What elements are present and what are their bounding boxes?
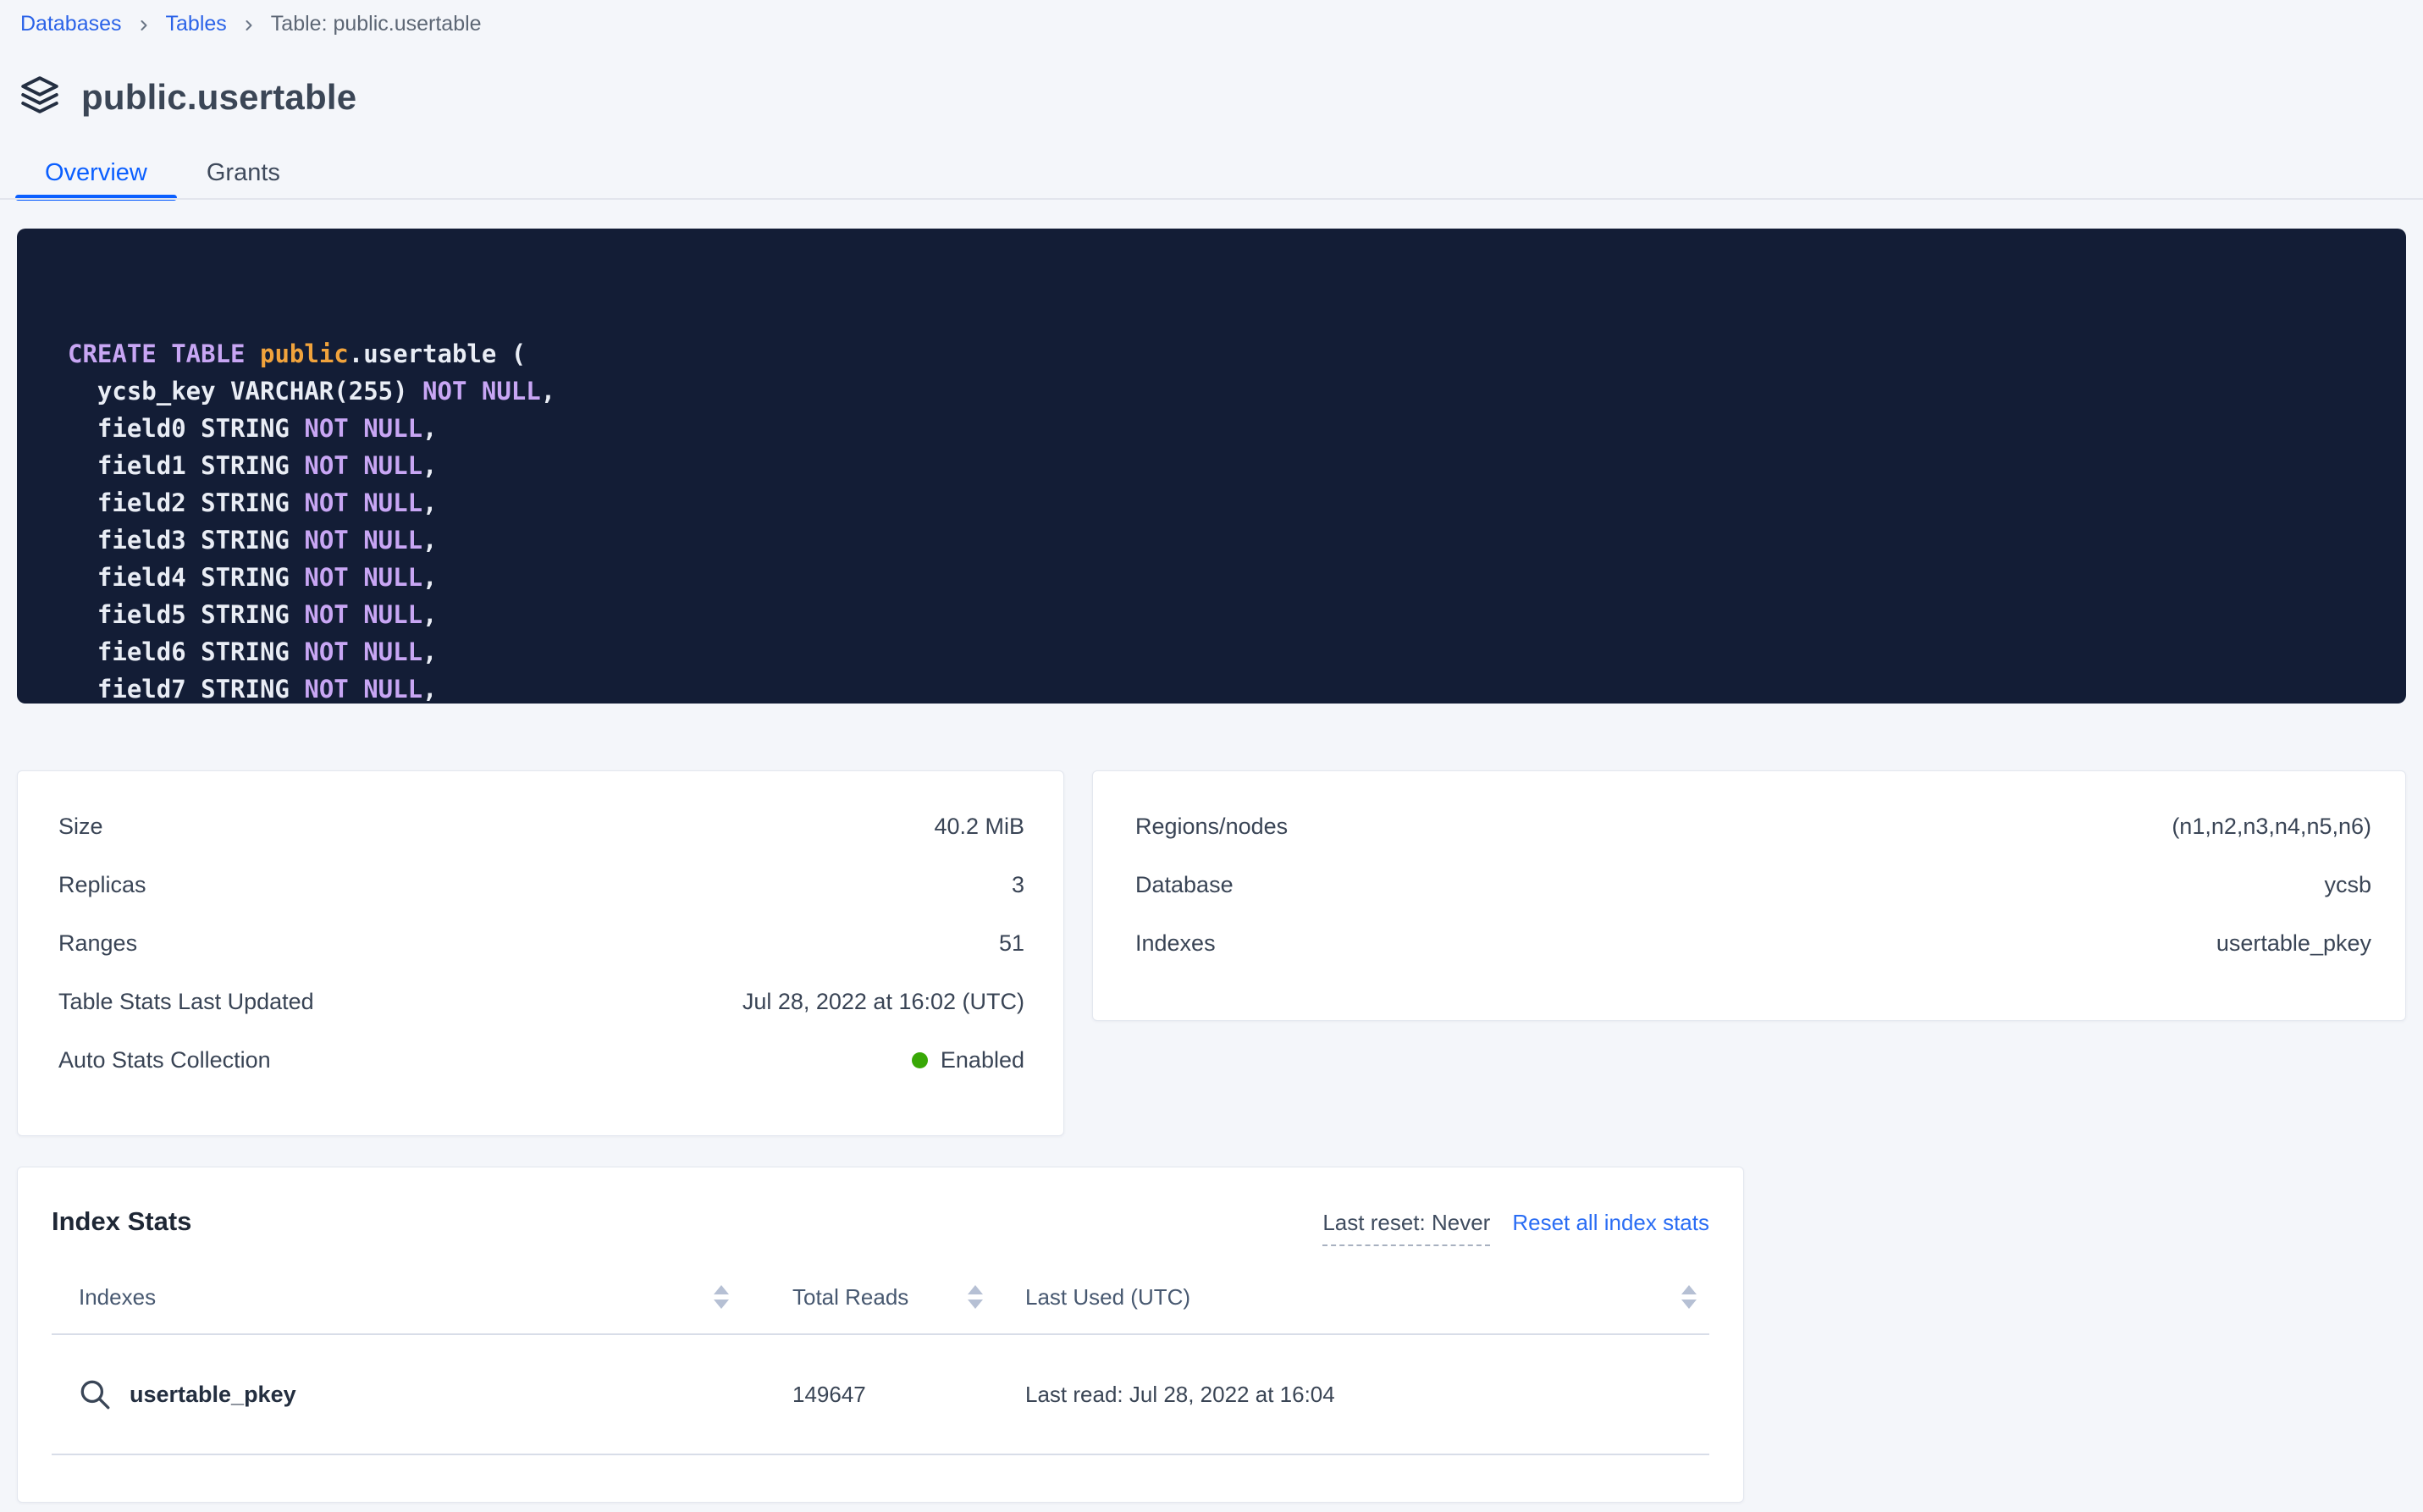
stat-row-replicas: Replicas 3: [58, 856, 1024, 914]
stat-value: Jul 28, 2022 at 16:02 (UTC): [742, 989, 1024, 1015]
sql-line: field3 STRING NOT NULL,: [68, 521, 2406, 559]
stat-value: 3: [1012, 872, 1024, 898]
table-detail-page: Databases Tables Table: public.usertable…: [0, 0, 2423, 1512]
column-header-indexes[interactable]: Indexes: [79, 1284, 156, 1311]
stat-row-size: Size 40.2 MiB: [58, 797, 1024, 856]
search-icon: [77, 1377, 113, 1412]
stat-label: Indexes: [1135, 930, 1216, 957]
sql-code: CREATE TABLE public.usertable ( ycsb_key…: [68, 335, 2406, 704]
sql-line: field7 STRING NOT NULL,: [68, 670, 2406, 704]
sql-line: field6 STRING NOT NULL,: [68, 633, 2406, 670]
stat-row-auto-stats: Auto Stats Collection Enabled: [58, 1031, 1024, 1090]
sql-line: field4 STRING NOT NULL,: [68, 559, 2406, 596]
chevron-right-icon: [240, 17, 257, 34]
stat-value: Enabled: [912, 1047, 1024, 1073]
sql-line: field5 STRING NOT NULL,: [68, 596, 2406, 633]
breadcrumb-databases[interactable]: Databases: [20, 12, 122, 36]
stat-label: Table Stats Last Updated: [58, 989, 314, 1015]
column-header-last-used[interactable]: Last Used (UTC): [1025, 1284, 1190, 1311]
sql-line: ycsb_key VARCHAR(255) NOT NULL,: [68, 372, 2406, 410]
sort-arrows-icon[interactable]: [714, 1285, 729, 1309]
stat-label: Database: [1135, 872, 1234, 898]
stat-row-indexes: Indexes usertable_pkey: [1135, 914, 2371, 973]
index-table-header: Indexes Total Reads Last Used (UTC): [52, 1261, 1709, 1335]
tab-overview[interactable]: Overview: [15, 146, 177, 200]
stat-label: Regions/nodes: [1135, 814, 1288, 840]
column-header-total-reads[interactable]: Total Reads: [792, 1284, 908, 1311]
stat-value: (n1,n2,n3,n4,n5,n6): [2172, 814, 2371, 840]
tab-grants-label: Grants: [207, 159, 280, 187]
sort-arrows-icon[interactable]: [968, 1285, 983, 1309]
stat-label: Size: [58, 814, 103, 840]
sql-line: field1 STRING NOT NULL,: [68, 447, 2406, 484]
breadcrumb-tables[interactable]: Tables: [166, 12, 227, 36]
sql-code-block[interactable]: CREATE TABLE public.usertable ( ycsb_key…: [17, 229, 2406, 704]
last-used-value: Last read: Jul 28, 2022 at 16:04: [983, 1382, 1709, 1408]
sql-line: field0 STRING NOT NULL,: [68, 410, 2406, 447]
sql-line: CREATE TABLE public.usertable (: [68, 335, 2406, 372]
index-table-row: usertable_pkey 149647 Last read: Jul 28,…: [52, 1335, 1709, 1455]
page-header: public.usertable: [19, 74, 2423, 120]
reset-index-stats-link[interactable]: Reset all index stats: [1512, 1210, 1709, 1236]
stat-row-regions: Regions/nodes (n1,n2,n3,n4,n5,n6): [1135, 797, 2371, 856]
tab-overview-label: Overview: [45, 159, 147, 187]
last-reset-label: Last reset: Never: [1322, 1210, 1490, 1246]
stat-label: Auto Stats Collection: [58, 1047, 271, 1073]
stack-icon: [19, 74, 61, 120]
total-reads-value: 149647: [729, 1382, 983, 1408]
stat-row-ranges: Ranges 51: [58, 914, 1024, 973]
green-dot-icon: [912, 1052, 928, 1068]
status-text: Enabled: [941, 1047, 1024, 1073]
sort-arrows-icon[interactable]: [1681, 1285, 1697, 1309]
stat-row-database: Database ycsb: [1135, 856, 2371, 914]
breadcrumb-current: Table: public.usertable: [271, 12, 482, 36]
tabbar-divider: [0, 198, 2423, 200]
stat-value: ycsb: [2324, 872, 2371, 898]
index-stats-card: Index Stats Last reset: Never Reset all …: [17, 1167, 1744, 1503]
stat-row-stats-updated: Table Stats Last Updated Jul 28, 2022 at…: [58, 973, 1024, 1031]
tab-grants[interactable]: Grants: [177, 146, 310, 200]
stat-value: usertable_pkey: [2216, 930, 2371, 957]
index-name-link[interactable]: usertable_pkey: [130, 1382, 296, 1408]
index-stats-title: Index Stats: [52, 1206, 191, 1237]
tab-bar: Overview Grants: [0, 146, 2423, 200]
stat-value: 51: [999, 930, 1024, 957]
table-meta-card: Regions/nodes (n1,n2,n3,n4,n5,n6) Databa…: [1092, 770, 2406, 1021]
stat-label: Ranges: [58, 930, 137, 957]
sql-line: field2 STRING NOT NULL,: [68, 484, 2406, 521]
page-title: public.usertable: [81, 77, 356, 118]
stat-label: Replicas: [58, 872, 146, 898]
breadcrumb: Databases Tables Table: public.usertable: [0, 0, 2423, 36]
table-stats-card: Size 40.2 MiB Replicas 3 Ranges 51 Table…: [17, 770, 1064, 1136]
chevron-right-icon: [135, 17, 152, 34]
stat-value: 40.2 MiB: [934, 814, 1024, 840]
